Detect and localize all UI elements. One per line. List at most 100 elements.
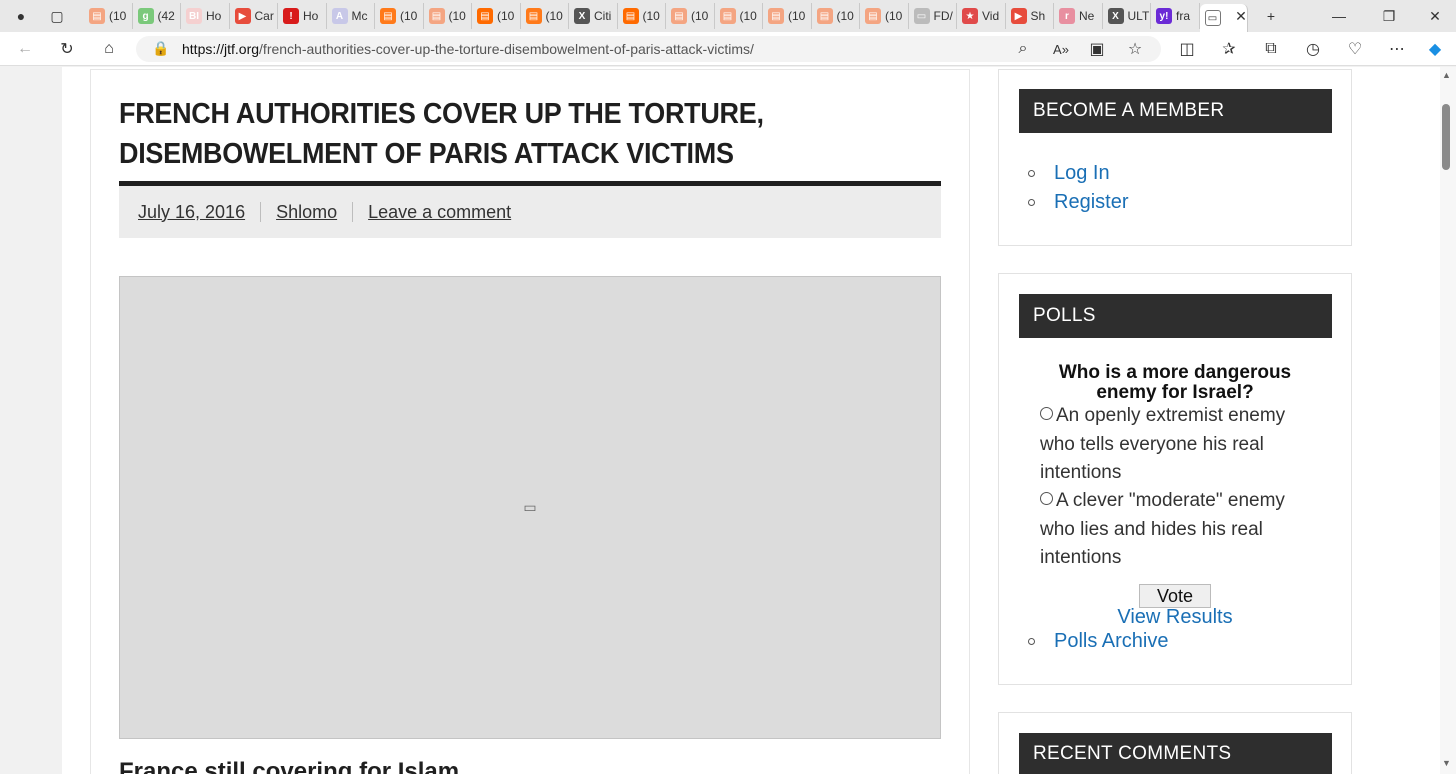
minimize-icon[interactable]: — — [1326, 3, 1352, 29]
recent-comments-title: Recent Comments — [1019, 733, 1332, 774]
poll-option-2-label: A clever "moderate" enemy who lies and h… — [1040, 490, 1285, 568]
tab-favicon-icon: ▤ — [477, 8, 493, 24]
tab-actions-icon[interactable]: ▢ — [44, 3, 70, 29]
register-link[interactable]: Register — [1054, 191, 1128, 214]
address-bar[interactable]: 🔒 https://jtf.org/french-authorities-cov… — [136, 36, 1161, 62]
tab-favicon-icon: A — [331, 8, 348, 24]
tab-favicon-icon: ▤ — [768, 8, 784, 24]
browser-tab[interactable]: X Citi — [569, 3, 618, 29]
tab-favicon-icon: r — [1059, 8, 1075, 24]
tab-title: (10 — [642, 9, 660, 23]
comment-link[interactable]: Leave a comment — [368, 202, 511, 223]
poll-question: Who is a more dangerous enemy for Israel… — [1058, 362, 1292, 403]
browser-tab[interactable]: ▶ Car — [230, 3, 278, 29]
more-menu-icon[interactable]: ⋯ — [1384, 36, 1410, 62]
tab-title: ULT — [1127, 9, 1150, 23]
browser-tab[interactable]: g (42 — [133, 3, 181, 29]
tab-favicon-icon: ▤ — [816, 8, 833, 24]
zoom-icon[interactable]: ⌕ — [1010, 36, 1036, 62]
tab-title: (42 — [157, 9, 175, 23]
close-tab-icon[interactable]: ✕ — [1228, 3, 1254, 29]
tab-favicon-icon: ▶ — [1010, 8, 1027, 24]
close-window-icon[interactable]: ✕ — [1422, 3, 1448, 29]
browser-tab[interactable]: ▭ FD/ — [909, 3, 957, 29]
tab-favicon-icon: ▤ — [525, 8, 542, 24]
polls-archive-item: Polls Archive — [1028, 627, 1169, 656]
copilot-icon[interactable]: ◆ — [1422, 36, 1448, 62]
home-icon[interactable]: ⌂ — [96, 36, 122, 62]
browser-tab[interactable]: X ULT — [1103, 3, 1151, 29]
bullet — [1028, 638, 1035, 645]
refresh-icon[interactable]: ↻ — [54, 36, 80, 62]
browser-tab[interactable]: ! Ho — [278, 3, 327, 29]
app-icon[interactable]: ▣ — [1084, 36, 1110, 62]
bullet — [1028, 199, 1035, 206]
tab-favicon-icon: ▤ — [89, 8, 105, 24]
browser-tab[interactable]: ▤ (10 — [521, 3, 569, 29]
history-icon[interactable]: ◷ — [1300, 36, 1326, 62]
browser-tab[interactable]: ▤ (10 — [618, 3, 666, 29]
browser-tab[interactable]: ▤ (10 — [763, 3, 812, 29]
url-path: /french-authorities-cover-up-the-torture… — [259, 41, 754, 57]
photo-placeholder-icon: ▭ — [523, 499, 537, 515]
login-link[interactable]: Log In — [1054, 162, 1110, 185]
poll-radio-1[interactable] — [1040, 407, 1053, 420]
article-meta: July 16, 2016 Shlomo Leave a comment — [119, 181, 941, 238]
read-aloud-icon[interactable]: A» — [1048, 36, 1074, 62]
browser-tab[interactable]: ▤ (10 — [860, 3, 909, 29]
view-results-link[interactable]: View Results — [1060, 606, 1290, 629]
tab-title: (10 — [739, 9, 757, 23]
author-link[interactable]: Shlomo — [276, 202, 337, 223]
tab-favicon-icon: g — [137, 8, 154, 24]
browser-tab[interactable]: ▤ (10 — [715, 3, 763, 29]
performance-icon[interactable]: ♡ — [1342, 36, 1368, 62]
url-text: https://jtf.org/french-authorities-cover… — [182, 41, 754, 57]
scroll-up-icon[interactable]: ▲ — [1442, 70, 1451, 80]
poll-option-1[interactable]: An openly extremist enemy who tells ever… — [1040, 402, 1302, 488]
browser-tab[interactable]: ▤ (10 — [424, 3, 472, 29]
url-host: https://jtf.org — [182, 41, 260, 57]
tab-favicon-icon: ▤ — [671, 8, 687, 24]
tab-favicon-icon: X — [574, 8, 590, 24]
tab-title: (10 — [109, 9, 127, 23]
tab-title: Citi — [594, 9, 612, 23]
tab-favicon-icon: ▤ — [865, 8, 881, 24]
polls-archive-link[interactable]: Polls Archive — [1054, 630, 1169, 653]
split-screen-icon[interactable]: ◫ — [1174, 36, 1200, 62]
poll-radio-2[interactable] — [1040, 492, 1053, 505]
favorites-icon[interactable]: ✰ — [1216, 36, 1242, 62]
collections-icon[interactable]: ⧉ — [1258, 36, 1284, 62]
browser-tab[interactable]: ★ Vid — [957, 3, 1006, 29]
scroll-down-icon[interactable]: ▼ — [1442, 758, 1451, 768]
tab-title: (10 — [691, 9, 709, 23]
profile-icon[interactable]: ● — [8, 3, 34, 29]
browser-tab[interactable]: ▤ (10 — [472, 3, 521, 29]
browser-tab[interactable]: ▤ (10 — [375, 3, 424, 29]
browser-tab[interactable]: y! fra — [1151, 3, 1200, 29]
favorite-star-icon[interactable]: ☆ — [1122, 36, 1148, 62]
browser-tab[interactable]: r Ne — [1054, 3, 1103, 29]
tab-favicon-icon: ▤ — [428, 8, 445, 24]
meta-divider — [352, 202, 354, 222]
browser-tab[interactable]: ▤ (10 — [666, 3, 715, 29]
meta-divider — [260, 202, 262, 222]
restore-icon[interactable]: ❐ — [1376, 3, 1402, 29]
back-icon[interactable]: ← — [12, 36, 38, 62]
vote-button[interactable]: Vote — [1139, 584, 1211, 608]
tab-favicon-icon: ▤ — [622, 8, 639, 24]
tab-title: Ne — [1079, 9, 1095, 23]
poll-option-2[interactable]: A clever "moderate" enemy who lies and h… — [1040, 487, 1302, 573]
register-item: Register — [1028, 188, 1128, 217]
browser-tab[interactable]: BI Ho — [181, 3, 230, 29]
post-date-link[interactable]: July 16, 2016 — [138, 202, 245, 223]
scrollbar-thumb[interactable] — [1442, 104, 1450, 170]
page-scrollbar[interactable] — [1440, 67, 1456, 774]
member-links: Log In Register — [1028, 159, 1128, 217]
browser-tab[interactable]: ▤ (10 — [84, 3, 133, 29]
browser-tab[interactable]: ▶ Sh — [1006, 3, 1054, 29]
browser-tab[interactable]: A Mc — [327, 3, 375, 29]
tab-title: Vid — [982, 9, 1000, 23]
tab-title: Ho — [303, 9, 319, 23]
browser-tab[interactable]: ▤ (10 — [812, 3, 860, 29]
new-tab-icon[interactable]: + — [1258, 3, 1284, 29]
